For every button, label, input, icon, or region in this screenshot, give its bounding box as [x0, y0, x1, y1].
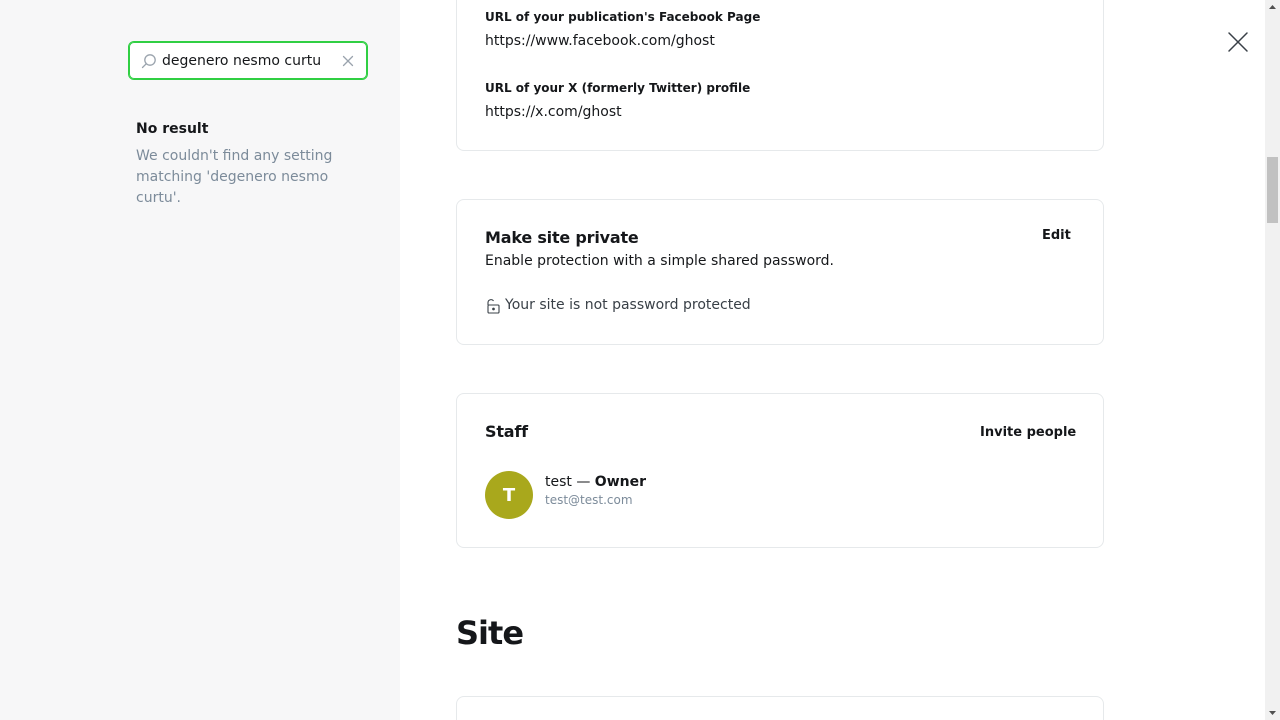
clear-search-icon[interactable]	[340, 53, 356, 69]
x-url-value[interactable]: https://x.com/ghost	[485, 104, 622, 120]
avatar[interactable]: T	[485, 471, 533, 519]
facebook-url-label: URL of your publication's Facebook Page	[485, 10, 761, 24]
site-card	[456, 696, 1104, 720]
social-accounts-card: URL of your publication's Facebook Page …	[456, 0, 1104, 151]
search-icon	[141, 54, 156, 69]
password-status-text: Your site is not password protected	[505, 297, 751, 313]
settings-sidebar: No result We couldn't find any setting m…	[0, 0, 400, 720]
close-icon[interactable]	[1226, 30, 1250, 54]
make-site-private-description: Enable protection with a simple shared p…	[485, 253, 835, 269]
lock-open-icon	[487, 299, 500, 314]
staff-member-name[interactable]: test — Owner	[545, 474, 646, 490]
edit-button[interactable]: Edit	[1042, 228, 1071, 243]
make-site-private-card: Make site private Enable protection with…	[456, 199, 1104, 345]
staff-card: Staff Invite people T test — Owner test@…	[456, 393, 1104, 548]
staff-member-username: test	[545, 474, 572, 490]
no-result-message: We couldn't find any setting matching 'd…	[136, 148, 333, 206]
facebook-url-value[interactable]: https://www.facebook.com/ghost	[485, 33, 715, 49]
search-input[interactable]	[162, 50, 332, 72]
make-site-private-title: Make site private	[485, 228, 639, 247]
staff-member-role: Owner	[594, 474, 646, 490]
staff-title: Staff	[485, 422, 528, 441]
x-url-label: URL of your X (formerly Twitter) profile	[485, 81, 751, 95]
staff-member-email: test@test.com	[545, 493, 633, 507]
invite-people-button[interactable]: Invite people	[980, 425, 1076, 440]
no-result-title: No result	[136, 121, 209, 137]
scrollbar[interactable]	[1265, 0, 1280, 720]
scroll-down-arrow-icon[interactable]	[1265, 705, 1280, 720]
scroll-up-arrow-icon[interactable]	[1265, 0, 1280, 15]
search-box[interactable]	[128, 41, 368, 80]
section-title-site: Site	[456, 614, 524, 652]
staff-member-separator: —	[571, 474, 595, 490]
scrollbar-thumb[interactable]	[1267, 157, 1278, 223]
avatar-initial: T	[502, 484, 516, 506]
